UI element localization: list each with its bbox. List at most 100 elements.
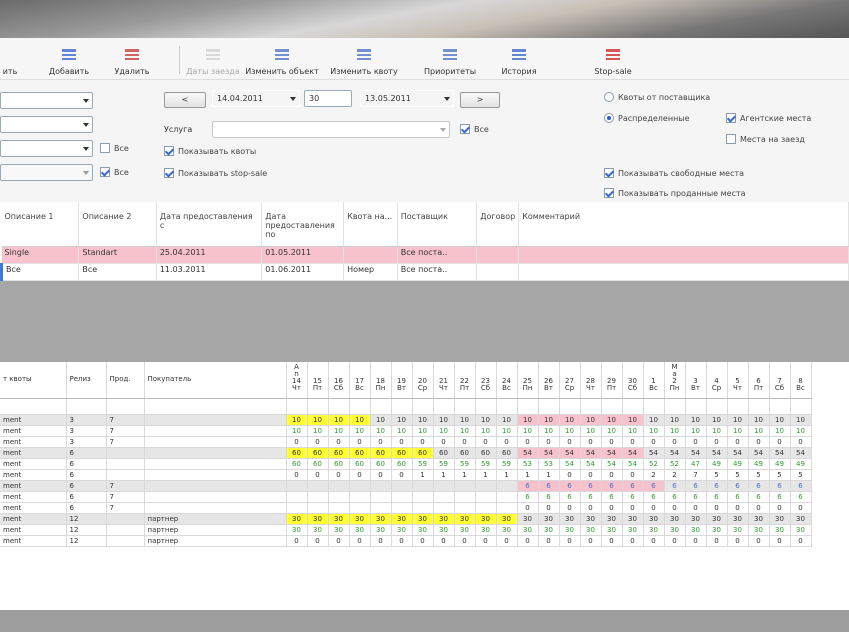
day-cell[interactable]: 60 bbox=[349, 447, 371, 459]
column-header[interactable]: Релиз bbox=[66, 362, 107, 399]
day-cell[interactable]: 0 bbox=[538, 535, 560, 547]
day-cell[interactable]: 5 bbox=[790, 469, 812, 481]
day-cell[interactable]: 60 bbox=[496, 447, 518, 459]
day-cell[interactable]: 10 bbox=[748, 414, 770, 426]
day-cell[interactable]: 10 bbox=[286, 425, 308, 437]
column-header[interactable]: Описание 2 bbox=[78, 202, 157, 247]
day-cell[interactable]: 6 bbox=[601, 491, 623, 503]
day-cell[interactable]: 10 bbox=[769, 414, 791, 426]
days-input[interactable]: 30 bbox=[304, 90, 352, 107]
day-cell[interactable]: 0 bbox=[622, 469, 644, 481]
day-cell[interactable]: 0 bbox=[727, 535, 749, 547]
day-cell[interactable]: 6 bbox=[601, 480, 623, 492]
service-combo[interactable] bbox=[212, 121, 450, 138]
day-cell[interactable]: 0 bbox=[580, 469, 602, 481]
day-cell[interactable]: 0 bbox=[538, 502, 560, 514]
table-row[interactable]: Single Standart 25.04.2011 01.05.2011 Все по… bbox=[1, 246, 849, 264]
day-cell[interactable]: 0 bbox=[601, 502, 623, 514]
day-cell[interactable]: 54 bbox=[664, 447, 686, 459]
day-cell[interactable]: 60 bbox=[412, 447, 434, 459]
agency-places-checkbox[interactable]: Агентские места bbox=[726, 113, 811, 123]
allocation-row[interactable]: ment 3 7 0 0 0 0 0 0 0 0 0 0 0 0 0 0 0 0 0 0 0 0 0 0 0 0 0 bbox=[0, 436, 812, 448]
day-cell[interactable]: 2 bbox=[664, 469, 686, 481]
day-cell[interactable]: 30 bbox=[475, 524, 497, 536]
day-cell[interactable]: 0 bbox=[433, 535, 455, 547]
day-cell[interactable] bbox=[454, 480, 476, 492]
day-cell[interactable]: 0 bbox=[769, 502, 791, 514]
allocation-row[interactable]: ment 12 партнер 0 0 0 0 0 0 0 0 0 0 0 0 0 0 0 0 0 0 0 0 0 0 0 0 0 bbox=[0, 535, 812, 547]
show-free-checkbox[interactable]: Показывать свободные места bbox=[604, 168, 744, 178]
day-cell[interactable]: 10 bbox=[727, 414, 749, 426]
day-cell[interactable]: 10 bbox=[391, 414, 413, 426]
day-cell[interactable]: 10 bbox=[559, 414, 581, 426]
day-cell[interactable]: 6 bbox=[643, 480, 665, 492]
day-cell[interactable]: 0 bbox=[748, 535, 770, 547]
column-header[interactable]: Комментарий bbox=[518, 202, 849, 247]
day-cell[interactable]: 0 bbox=[706, 436, 728, 448]
day-cell[interactable]: 30 bbox=[790, 513, 812, 525]
day-cell[interactable]: 6 bbox=[706, 491, 728, 503]
day-cell[interactable] bbox=[349, 502, 371, 514]
day-cell[interactable]: 54 bbox=[685, 447, 707, 459]
day-cell[interactable]: 10 bbox=[391, 425, 413, 437]
day-cell[interactable]: 6 bbox=[727, 491, 749, 503]
day-cell[interactable]: 30 bbox=[391, 524, 413, 536]
day-cell[interactable]: 30 bbox=[727, 524, 749, 536]
day-cell[interactable] bbox=[412, 480, 434, 492]
day-cell[interactable]: 0 bbox=[370, 535, 392, 547]
day-cell[interactable]: 10 bbox=[412, 425, 434, 437]
day-cell[interactable] bbox=[496, 480, 518, 492]
day-cell[interactable]: 10 bbox=[790, 425, 812, 437]
day-cell[interactable]: 30 bbox=[748, 513, 770, 525]
day-cell[interactable]: 60 bbox=[475, 447, 497, 459]
day-cell[interactable]: 6 bbox=[517, 480, 539, 492]
day-cell[interactable] bbox=[286, 480, 308, 492]
column-header[interactable]: Поставщик bbox=[397, 202, 478, 247]
prev-period-button[interactable]: < bbox=[164, 92, 206, 108]
day-cell[interactable]: 30 bbox=[412, 513, 434, 525]
day-cell[interactable]: 0 bbox=[685, 502, 707, 514]
day-cell[interactable] bbox=[286, 491, 308, 503]
day-cell[interactable]: 0 bbox=[643, 436, 665, 448]
day-cell[interactable] bbox=[349, 491, 371, 503]
day-cell[interactable]: 30 bbox=[601, 524, 623, 536]
day-cell[interactable]: 53 bbox=[538, 458, 560, 470]
day-cell[interactable]: 30 bbox=[706, 513, 728, 525]
day-cell[interactable]: 60 bbox=[349, 458, 371, 470]
day-cell[interactable]: 10 bbox=[475, 425, 497, 437]
day-cell[interactable]: 30 bbox=[643, 513, 665, 525]
day-cell[interactable]: 54 bbox=[559, 458, 581, 470]
allocation-row[interactable]: ment 6 60 60 60 60 60 60 59 59 59 59 59 53 53 54 54 54 54 5… bbox=[0, 458, 812, 470]
filter-combo-1[interactable] bbox=[0, 92, 93, 109]
day-cell[interactable]: 0 bbox=[370, 436, 392, 448]
day-cell[interactable]: 49 bbox=[706, 458, 728, 470]
day-cell[interactable]: 30 bbox=[349, 513, 371, 525]
day-cell[interactable]: 10 bbox=[328, 414, 350, 426]
day-cell[interactable]: 6 bbox=[580, 491, 602, 503]
day-cell[interactable]: 0 bbox=[475, 436, 497, 448]
day-cell[interactable]: 10 bbox=[349, 425, 371, 437]
day-cell[interactable]: 30 bbox=[580, 524, 602, 536]
day-cell[interactable]: 0 bbox=[622, 535, 644, 547]
day-cell[interactable]: 0 bbox=[349, 469, 371, 481]
day-cell[interactable]: 10 bbox=[307, 414, 329, 426]
day-cell[interactable]: 0 bbox=[286, 469, 308, 481]
day-cell[interactable]: 54 bbox=[790, 447, 812, 459]
day-cell[interactable]: 59 bbox=[454, 458, 476, 470]
day-cell[interactable]: 10 bbox=[643, 425, 665, 437]
allocation-row[interactable]: ment 6 60 60 60 60 60 60 60 60 60 60 60 54 54 54 54 54 54 5… bbox=[0, 447, 812, 459]
history-button[interactable]: История bbox=[497, 42, 541, 76]
day-cell[interactable]: 0 bbox=[601, 436, 623, 448]
day-cell[interactable]: 10 bbox=[559, 425, 581, 437]
filter-combo-2[interactable] bbox=[0, 116, 93, 133]
day-cell[interactable]: 49 bbox=[748, 458, 770, 470]
day-cell[interactable]: 54 bbox=[601, 458, 623, 470]
day-cell[interactable]: 6 bbox=[664, 491, 686, 503]
day-cell[interactable]: 1 bbox=[517, 469, 539, 481]
day-cell[interactable]: 0 bbox=[328, 469, 350, 481]
day-cell[interactable]: 10 bbox=[748, 425, 770, 437]
day-cell[interactable]: 10 bbox=[580, 425, 602, 437]
day-cell[interactable]: 54 bbox=[559, 447, 581, 459]
day-cell[interactable]: 30 bbox=[328, 513, 350, 525]
day-cell[interactable]: 0 bbox=[643, 535, 665, 547]
